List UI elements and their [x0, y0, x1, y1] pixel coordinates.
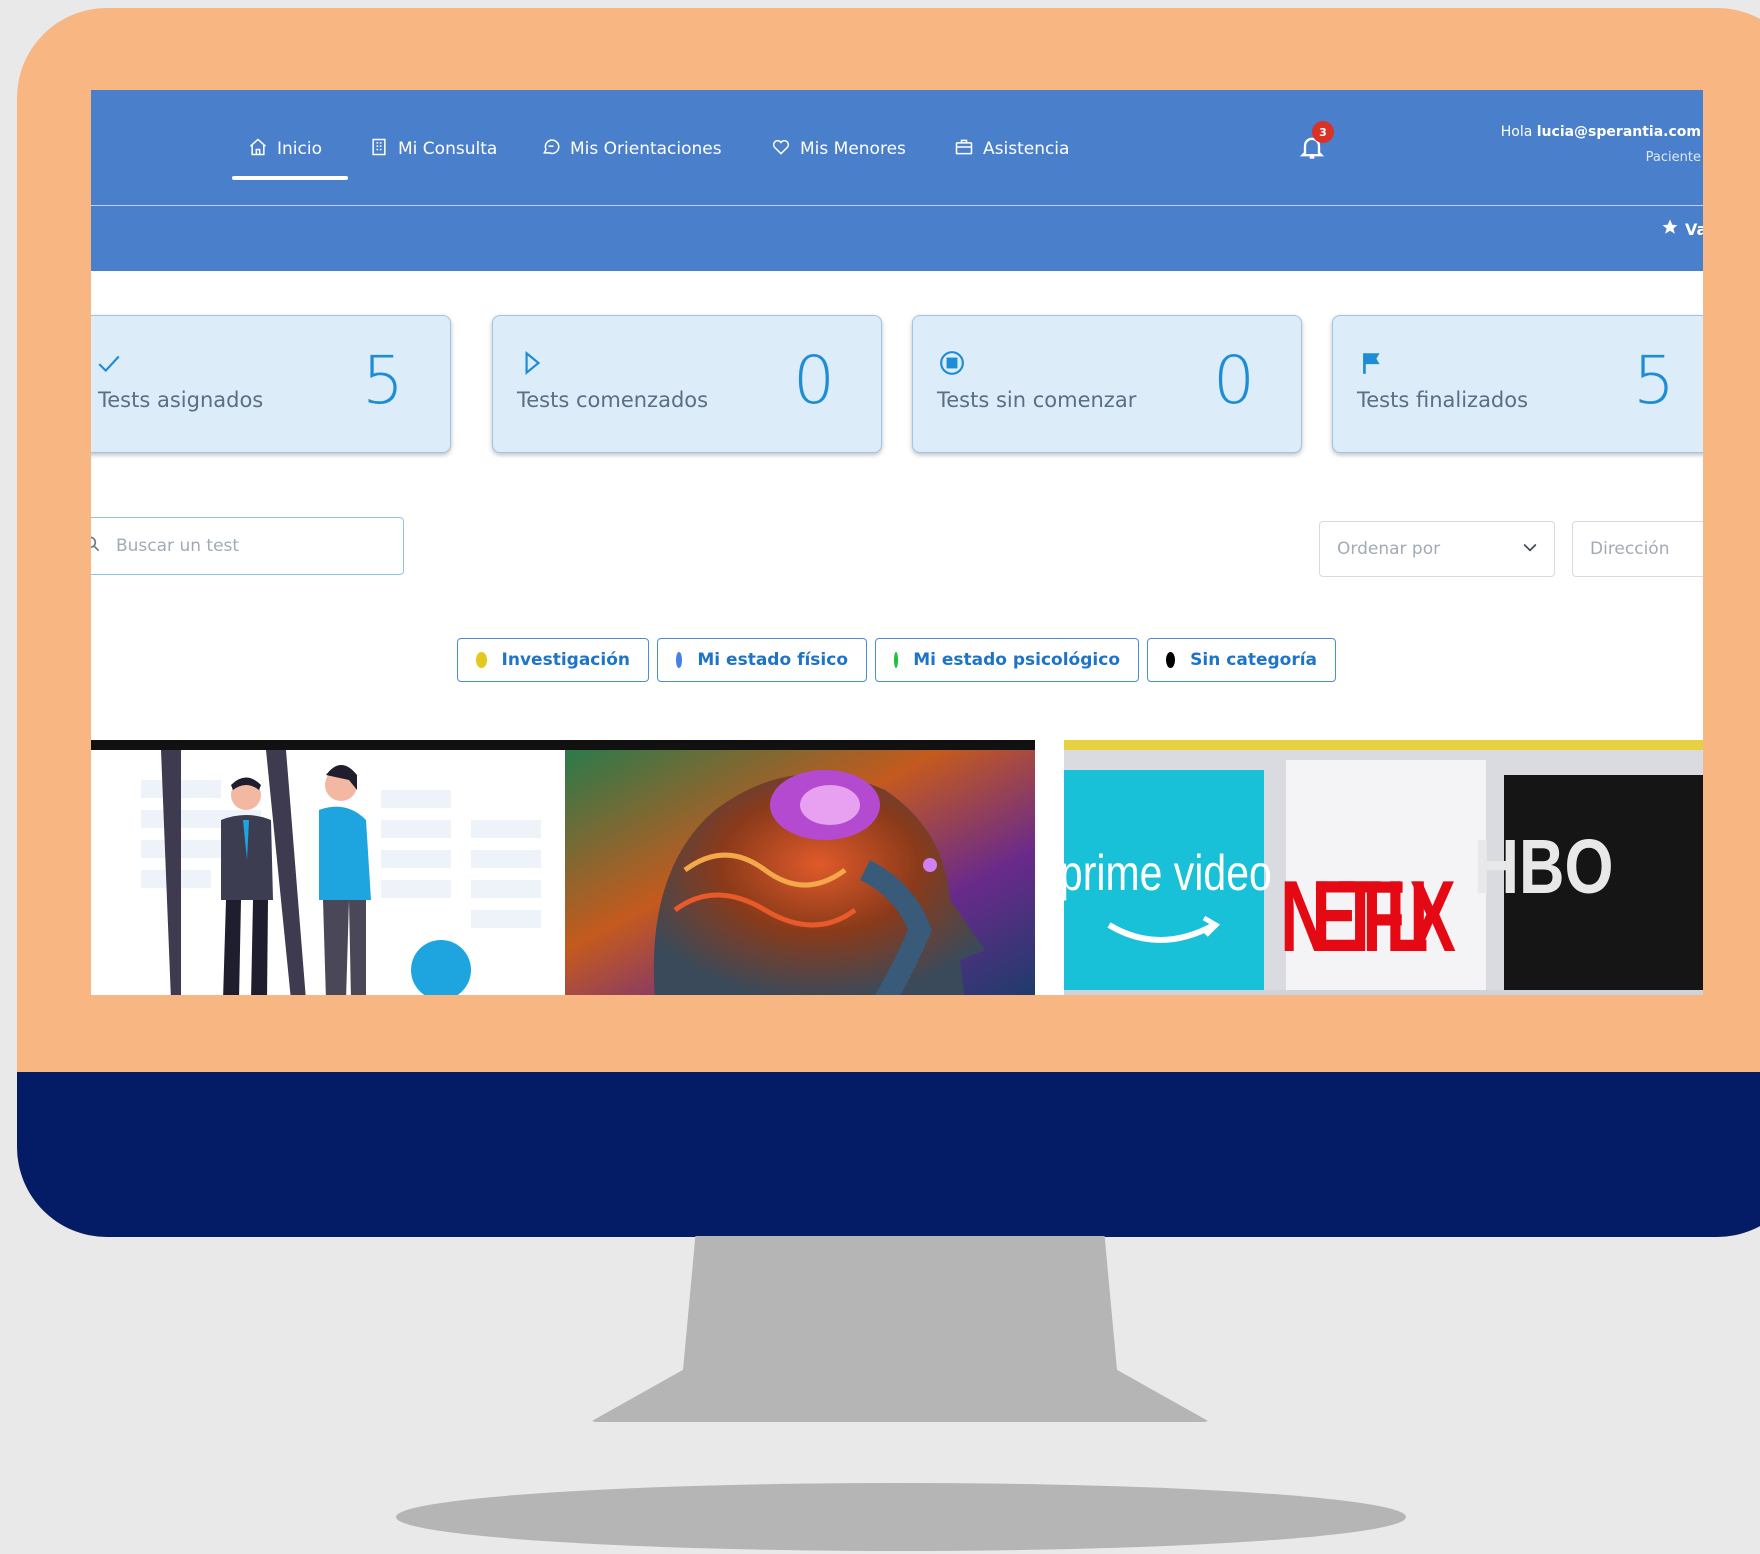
category-label: Investigación [501, 650, 630, 670]
nav-item-label: Mi Consulta [398, 139, 498, 159]
top-navigation-bar: Inicio Mi Consulta Mis Orientaciones Mis… [91, 90, 1703, 271]
user-email: lucia@sperantia.com [1536, 124, 1701, 140]
stat-label: Tests comenzados [517, 388, 709, 412]
psychedelic-brain-head-image [565, 750, 1035, 995]
check-icon [96, 350, 122, 376]
svg-text:prime video: prime video [1064, 845, 1272, 901]
svg-text:NETFLIX: NETFLIX [1280, 861, 1456, 974]
search-box[interactable] [91, 517, 404, 575]
stat-value: 5 [362, 342, 404, 419]
nav-item-mi-consulta[interactable]: Mi Consulta [369, 134, 497, 164]
bell-icon [1298, 137, 1326, 166]
streaming-logos-image: prime video NETFLIX HBO [1064, 750, 1703, 990]
stat-label: Tests sin comenzar [937, 388, 1137, 412]
active-tab-indicator [232, 176, 348, 180]
category-color-dot [894, 652, 899, 668]
category-color-dot [676, 652, 683, 668]
search-icon [91, 534, 102, 558]
test-card-image-2[interactable] [565, 740, 1035, 995]
category-color-dot [1166, 652, 1176, 668]
category-chip-estado-fisico[interactable]: Mi estado físico [657, 638, 867, 682]
nav-item-asistencia[interactable]: Asistencia [954, 134, 1069, 164]
star-icon [1661, 218, 1679, 240]
nav-item-label: Inicio [277, 139, 322, 159]
nav-item-label: Asistencia [983, 139, 1070, 159]
stop-circle-icon [939, 350, 965, 376]
notification-count-badge: 3 [1312, 121, 1334, 143]
stat-label: Tests finalizados [1357, 388, 1529, 412]
search-input[interactable] [114, 535, 368, 557]
test-card-image-1[interactable] [91, 740, 601, 995]
order-by-placeholder: Ordenar por [1337, 539, 1441, 559]
stat-card-finalizados: Tests finalizados 5 [1332, 315, 1703, 453]
play-outline-icon [519, 350, 545, 376]
category-chip-estado-psicologico[interactable]: Mi estado psicológico [875, 638, 1139, 682]
stat-value: 5 [1633, 342, 1675, 419]
nav-item-label: Mis Menores [800, 139, 906, 159]
category-chip-investigacion[interactable]: Investigación [457, 638, 649, 682]
direction-placeholder: Dirección [1590, 539, 1670, 559]
category-label: Mi estado físico [697, 650, 848, 670]
category-color-dot [476, 652, 487, 668]
svg-text:HBO: HBO [1474, 823, 1614, 909]
flag-icon [1359, 350, 1385, 376]
chevron-down-icon [1520, 537, 1540, 562]
stat-card-asignados: Tests asignados 5 [91, 315, 451, 453]
direction-select[interactable]: Dirección [1572, 521, 1703, 577]
chat-icon [541, 137, 561, 162]
nav-item-mis-menores[interactable]: Mis Menores [771, 134, 906, 164]
stat-value: 0 [793, 342, 835, 419]
nav-item-label: Mis Orientaciones [570, 139, 722, 159]
category-label: Sin categoría [1190, 650, 1317, 670]
nav-item-mis-orientaciones[interactable]: Mis Orientaciones [541, 134, 722, 164]
nav-item-inicio[interactable]: Inicio [248, 134, 322, 164]
category-label: Mi estado psicológico [913, 650, 1120, 670]
monitor-base [396, 1483, 1406, 1551]
order-by-select[interactable]: Ordenar por [1319, 521, 1555, 577]
greeting-text: Hola [1500, 124, 1533, 140]
stat-card-sin-comenzar: Tests sin comenzar 0 [912, 315, 1302, 453]
user-greeting[interactable]: Hola lucia@sperantia.com [1501, 124, 1701, 140]
stat-label: Tests asignados [98, 388, 264, 412]
heart-icon [771, 137, 791, 162]
home-icon [248, 137, 268, 162]
category-chip-sin-categoria[interactable]: Sin categoría [1147, 638, 1336, 682]
building-icon [369, 137, 389, 162]
monitor-chin [17, 1072, 1760, 1237]
stat-value: 0 [1213, 342, 1255, 419]
test-card-image-3[interactable]: prime video NETFLIX HBO [1064, 740, 1703, 995]
nav-row: Inicio Mi Consulta Mis Orientaciones Mis… [91, 90, 1703, 206]
screen: Inicio Mi Consulta Mis Orientaciones Mis… [91, 90, 1703, 995]
subbar-action-label: Va [1685, 219, 1703, 239]
stat-card-comenzados: Tests comenzados 0 [492, 315, 882, 453]
user-role: Paciente [1645, 150, 1701, 165]
briefcase-icon [954, 137, 974, 162]
people-mirror-illustration [141, 750, 541, 995]
subbar-action-button[interactable]: Va [1661, 218, 1703, 240]
monitor-stand [590, 1236, 1210, 1422]
